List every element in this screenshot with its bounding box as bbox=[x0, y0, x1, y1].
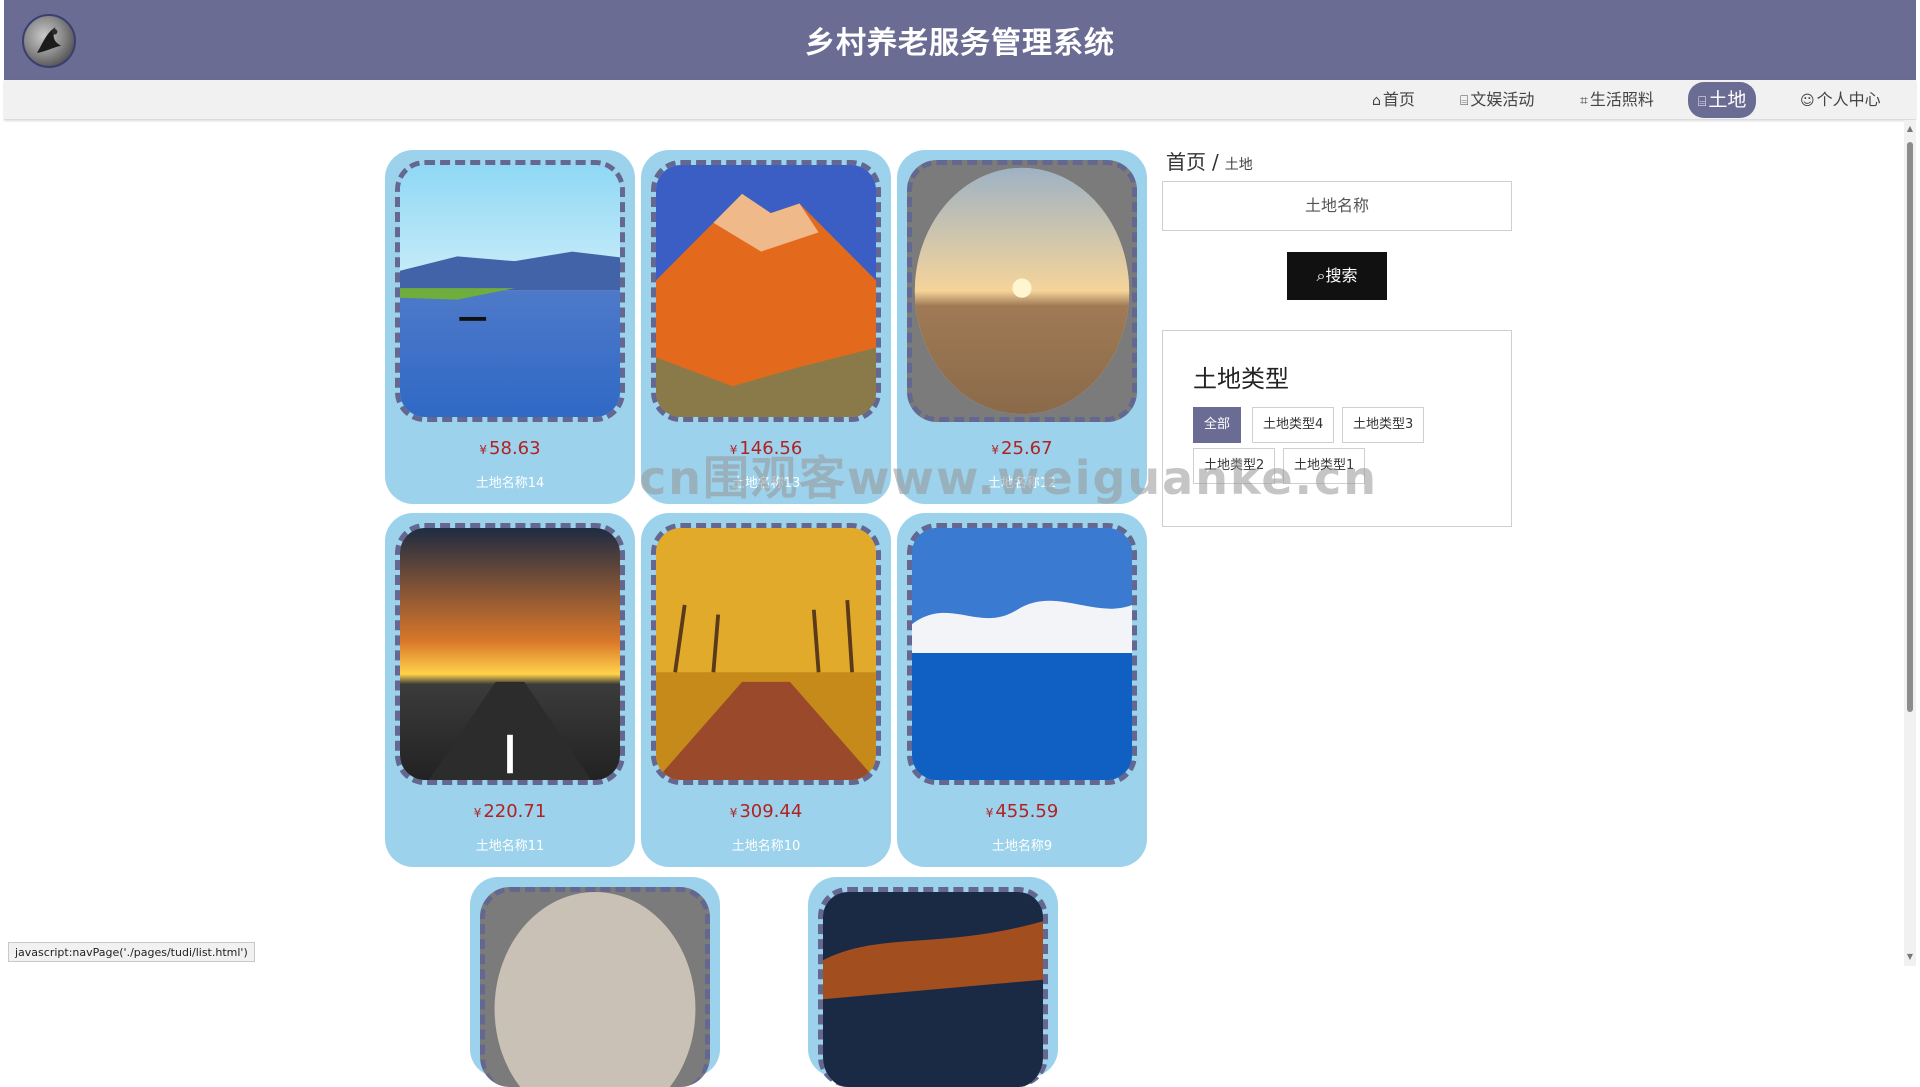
book-icon: ⌸ bbox=[1698, 94, 1707, 110]
product-price: ¥220.71 bbox=[473, 801, 547, 822]
product-card[interactable]: ¥309.44 土地名称10 bbox=[641, 513, 891, 867]
product-image[interactable] bbox=[818, 887, 1048, 1087]
product-price: ¥309.44 bbox=[729, 801, 803, 822]
filter-title: 土地类型 bbox=[1193, 365, 1289, 393]
scrollbar-thumb[interactable] bbox=[1907, 142, 1913, 712]
nav-item-land[interactable]: ⌸ 土地 bbox=[1688, 82, 1757, 118]
user-icon: ☺ bbox=[1800, 93, 1815, 109]
type-tag-4[interactable]: 土地类型4 bbox=[1252, 407, 1335, 443]
nav-item-life-care[interactable]: ⌗ 生活照料 bbox=[1572, 86, 1662, 114]
search-input[interactable]: 土地名称 bbox=[1162, 181, 1512, 231]
product-name[interactable]: 土地名称14 bbox=[385, 472, 635, 491]
app-window: 乡村养老服务管理系统 ⌂ 首页 ⌸ 文娱活动 ⌗ 生活照料 ⌸ 土地 ☺ 个人中心 ¥58… bbox=[4, 0, 1916, 1087]
product-image[interactable] bbox=[395, 523, 625, 785]
nav-item-profile[interactable]: ☺ 个人中心 bbox=[1792, 86, 1889, 114]
scroll-down-icon[interactable]: ▼ bbox=[1906, 953, 1914, 961]
product-image[interactable] bbox=[651, 160, 881, 422]
type-tag-all[interactable]: 全部 bbox=[1193, 407, 1242, 443]
nav-bar: ⌂ 首页 ⌸ 文娱活动 ⌗ 生活照料 ⌸ 土地 ☺ 个人中心 bbox=[4, 80, 1916, 120]
breadcrumb: 首页 / 土地 bbox=[1166, 150, 1253, 174]
page-title: 乡村养老服务管理系统 bbox=[805, 26, 1115, 61]
product-image[interactable] bbox=[907, 523, 1137, 785]
product-image[interactable] bbox=[907, 160, 1137, 422]
nav-item-home[interactable]: ⌂ 首页 bbox=[1364, 86, 1423, 114]
product-price: ¥58.63 bbox=[479, 438, 541, 459]
product-image[interactable] bbox=[480, 887, 710, 1087]
product-price: ¥455.59 bbox=[985, 801, 1059, 822]
status-bar: javascript:navPage('./pages/tudi/list.ht… bbox=[8, 942, 255, 962]
product-card[interactable]: ¥220.71 土地名称11 bbox=[385, 513, 635, 867]
scroll-up-icon[interactable]: ▲ bbox=[1906, 125, 1914, 133]
product-image[interactable] bbox=[395, 160, 625, 422]
header: 乡村养老服务管理系统 bbox=[4, 0, 1916, 80]
watermark: cn围观客www.weiguanke.cn bbox=[639, 451, 1379, 505]
search-button[interactable]: ⌕搜索 bbox=[1287, 252, 1387, 300]
scrollbar[interactable]: ▲ ▼ bbox=[1904, 120, 1916, 966]
activity-icon: ⌸ bbox=[1460, 93, 1469, 109]
product-card[interactable]: ¥58.63 土地名称14 bbox=[385, 150, 635, 504]
tag-icon: ⌗ bbox=[1580, 93, 1588, 109]
breadcrumb-home[interactable]: 首页 bbox=[1166, 150, 1206, 174]
product-image[interactable] bbox=[651, 523, 881, 785]
product-name[interactable]: 土地名称11 bbox=[385, 835, 635, 854]
product-name[interactable]: 土地名称9 bbox=[897, 835, 1147, 854]
product-card[interactable] bbox=[808, 877, 1058, 1087]
product-card[interactable] bbox=[470, 877, 720, 1087]
home-icon: ⌂ bbox=[1372, 93, 1381, 109]
product-name[interactable]: 土地名称10 bbox=[641, 835, 891, 854]
breadcrumb-current: 土地 bbox=[1224, 157, 1253, 173]
product-card[interactable]: ¥455.59 土地名称9 bbox=[897, 513, 1147, 867]
nav-item-activities[interactable]: ⌸ 文娱活动 bbox=[1452, 86, 1542, 114]
type-tag-3[interactable]: 土地类型3 bbox=[1342, 407, 1425, 443]
